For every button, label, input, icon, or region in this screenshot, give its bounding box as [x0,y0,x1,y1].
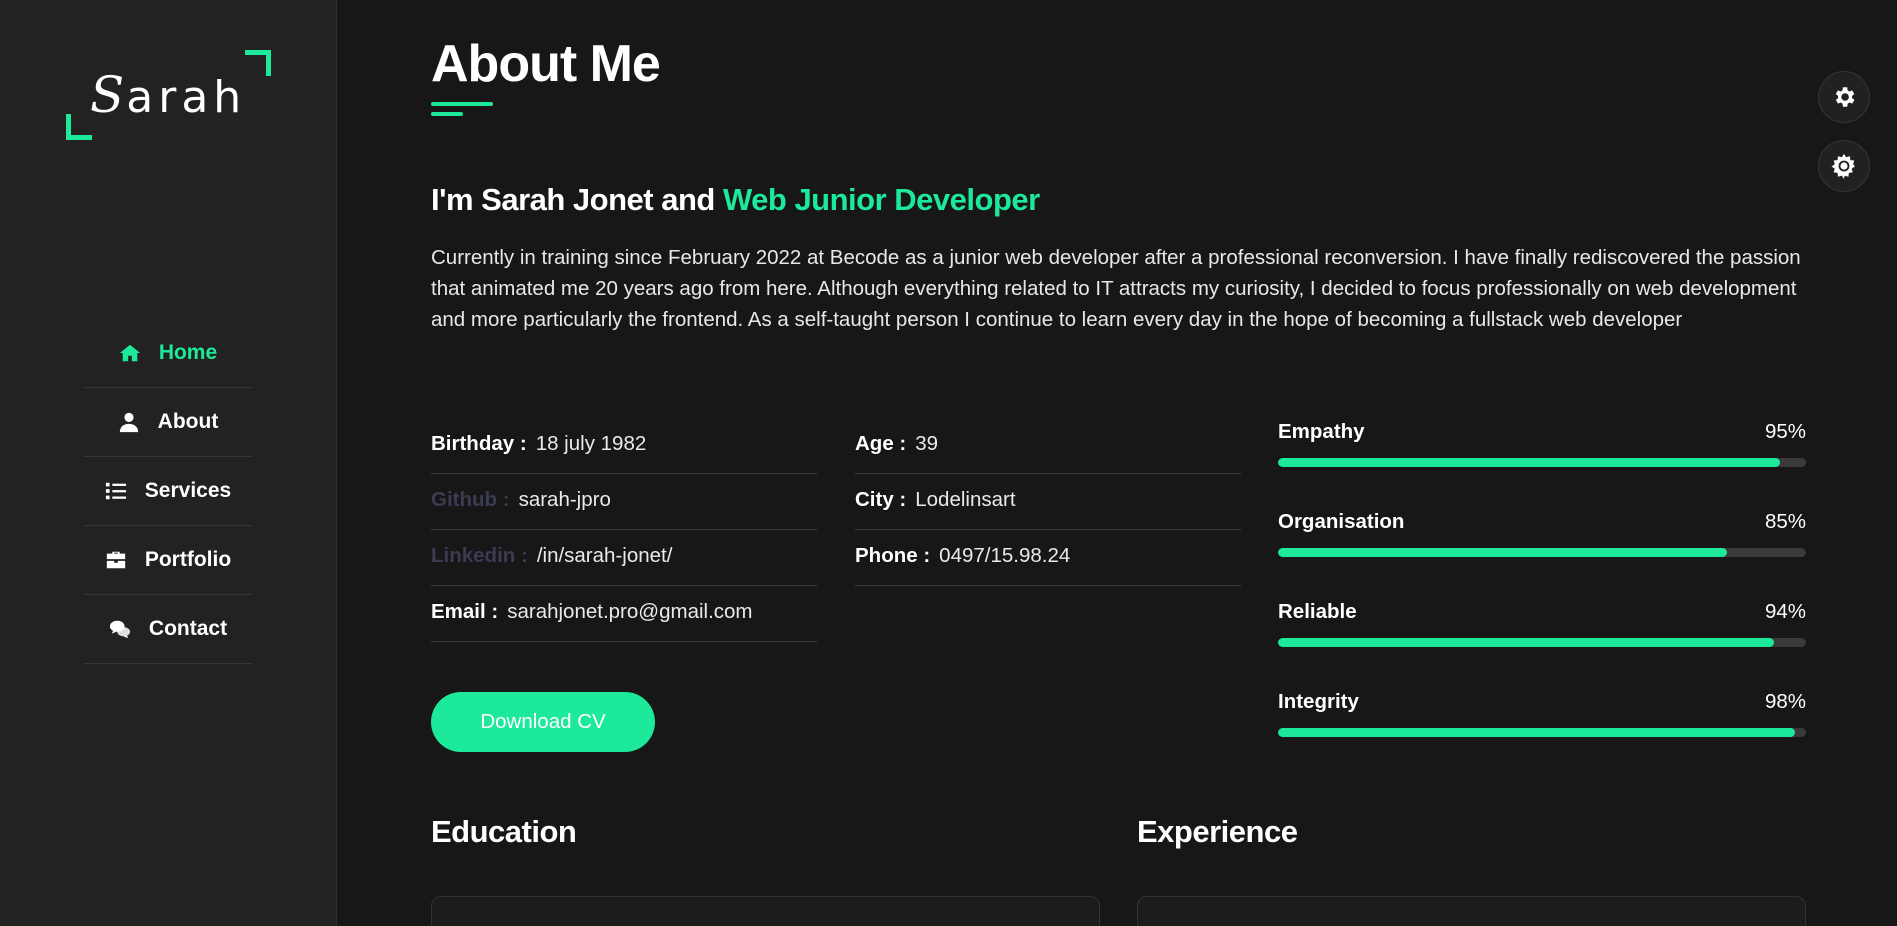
nav-item-label: Services [144,479,232,502]
headline: I'm Sarah Jonet and Web Junior Developer [431,182,1040,218]
sidebar: Sarah Home About Services Portfolio Cont… [0,0,337,926]
info-key: City : [855,488,907,511]
bio-paragraph: Currently in training since February 202… [431,246,1801,331]
nav-item-label: Contact [148,617,228,640]
nav-item-home[interactable]: Home [84,319,252,388]
info-key: Age : [855,432,907,455]
title-underline [431,102,493,106]
education-title: Education [431,814,577,849]
info-value: Lodelinsart [915,488,1016,511]
chat-icon [109,620,130,639]
info-row-email: Email : sarahjonet.pro@gmail.com [431,586,817,642]
skill-progress-track [1278,548,1806,557]
home-icon [119,344,140,362]
education-card [431,896,1100,926]
skill-item: Empathy 95% [1278,420,1806,510]
logo-text: Sarah [90,66,247,124]
skill-progress-track [1278,458,1806,467]
list-icon [105,482,126,500]
info-key: Email : [431,600,499,623]
main-nav: Home About Services Portfolio Contact [84,319,252,664]
info-row-phone: Phone : 0497/15.98.24 [855,530,1241,586]
logo-corner-bottom-left [66,114,92,140]
skill-name: Reliable [1278,600,1357,623]
skill-percent: 98% [1764,690,1806,713]
info-row-github: Github : sarah-jpro [431,474,817,530]
logo[interactable]: Sarah [66,50,271,140]
info-list-right: Age : 39 City : Lodelinsart Phone : 0497… [855,418,1241,586]
nav-item-label: Home [158,341,218,364]
skill-progress-fill [1278,728,1796,737]
nav-item-about[interactable]: About [84,388,252,457]
gear-icon [1835,87,1855,107]
nav-item-label: About [157,410,219,433]
info-row-city: City : Lodelinsart [855,474,1241,530]
skill-item: Integrity 98% [1278,690,1806,780]
info-key: Github : [431,488,510,511]
logo-corner-top-right [245,50,271,76]
skill-percent: 85% [1764,510,1806,533]
skill-name: Empathy [1278,420,1365,443]
linkedin-link[interactable]: /in/sarah-jonet/ [537,544,673,568]
info-list-left: Birthday : 18 july 1982 Github : sarah-j… [431,418,817,642]
skill-percent: 94% [1764,600,1806,623]
title-underline-short [431,112,463,116]
github-link[interactable]: sarah-jpro [519,488,611,512]
experience-card [1137,896,1806,926]
skill-progress-track [1278,638,1806,647]
skill-progress-fill [1278,638,1775,647]
nav-item-contact[interactable]: Contact [84,595,252,664]
info-value: 18 july 1982 [535,432,647,455]
skill-item: Organisation 85% [1278,510,1806,600]
skill-item: Reliable 94% [1278,600,1806,690]
theme-toggle-button[interactable] [1818,140,1870,192]
headline-prefix: I'm Sarah Jonet and [431,182,723,217]
nav-item-services[interactable]: Services [84,457,252,526]
skill-progress-track [1278,728,1806,737]
nav-item-portfolio[interactable]: Portfolio [84,526,252,595]
skill-name: Integrity [1278,690,1359,713]
skill-progress-fill [1278,458,1780,467]
info-row-linkedin: Linkedin : /in/sarah-jonet/ [431,530,817,586]
skill-name: Organisation [1278,510,1405,533]
nav-item-label: Portfolio [144,548,232,571]
skills-list: Empathy 95% Organisation 85% Reliable 94… [1278,420,1806,780]
info-value: 39 [915,432,939,455]
download-cv-button[interactable]: Download CV [431,692,655,752]
user-icon [119,412,138,433]
info-value: 0497/15.98.24 [939,544,1071,567]
headline-accent: Web Junior Developer [722,182,1040,217]
skill-percent: 95% [1764,420,1806,443]
info-key: Phone : [855,544,931,567]
page-title: About Me [431,35,661,93]
skill-progress-fill [1278,548,1727,557]
info-row-age: Age : 39 [855,418,1241,474]
settings-button[interactable] [1818,71,1870,123]
briefcase-icon [106,551,125,569]
info-key: Linkedin : [431,544,528,567]
experience-title: Experience [1137,814,1298,849]
info-row-birthday: Birthday : 18 july 1982 [431,418,817,474]
info-value: sarahjonet.pro@gmail.com [507,600,753,623]
info-key: Birthday : [431,432,527,455]
sun-icon [1831,153,1855,179]
